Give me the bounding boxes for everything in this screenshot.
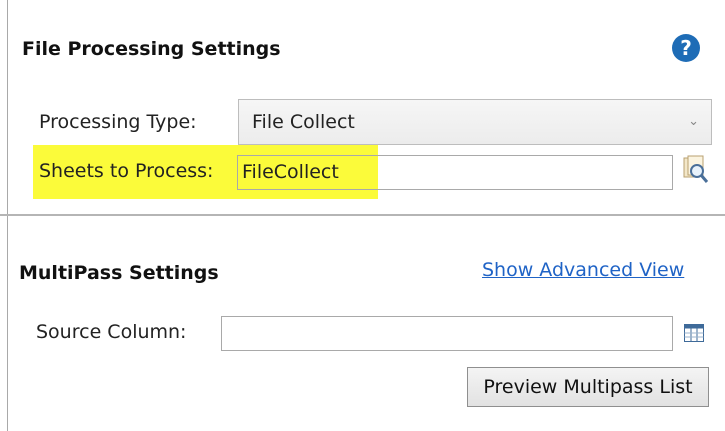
source-column-input[interactable]: [221, 316, 673, 351]
preview-multipass-list-button[interactable]: Preview Multipass List: [467, 367, 709, 407]
processing-type-select[interactable]: File Collect ⌄: [238, 99, 712, 145]
browse-sheets-icon[interactable]: [683, 155, 709, 185]
settings-panel: File Processing Settings ? Processing Ty…: [0, 0, 725, 431]
sheets-to-process-input[interactable]: FileCollect: [237, 155, 673, 190]
processing-type-label: Processing Type:: [39, 111, 197, 133]
sheets-to-process-value: FileCollect: [242, 161, 339, 183]
show-advanced-view-link[interactable]: Show Advanced View: [482, 259, 684, 281]
column-picker-icon[interactable]: [684, 324, 704, 342]
help-icon[interactable]: ?: [672, 34, 700, 62]
sheets-to-process-label: Sheets to Process:: [39, 160, 214, 182]
section-divider: [0, 214, 725, 216]
multipass-title: MultiPass Settings: [19, 262, 219, 284]
file-processing-title: File Processing Settings: [22, 38, 281, 60]
chevron-down-icon: ⌄: [688, 114, 699, 129]
processing-type-value: File Collect: [252, 111, 355, 133]
source-column-label: Source Column:: [36, 321, 187, 343]
